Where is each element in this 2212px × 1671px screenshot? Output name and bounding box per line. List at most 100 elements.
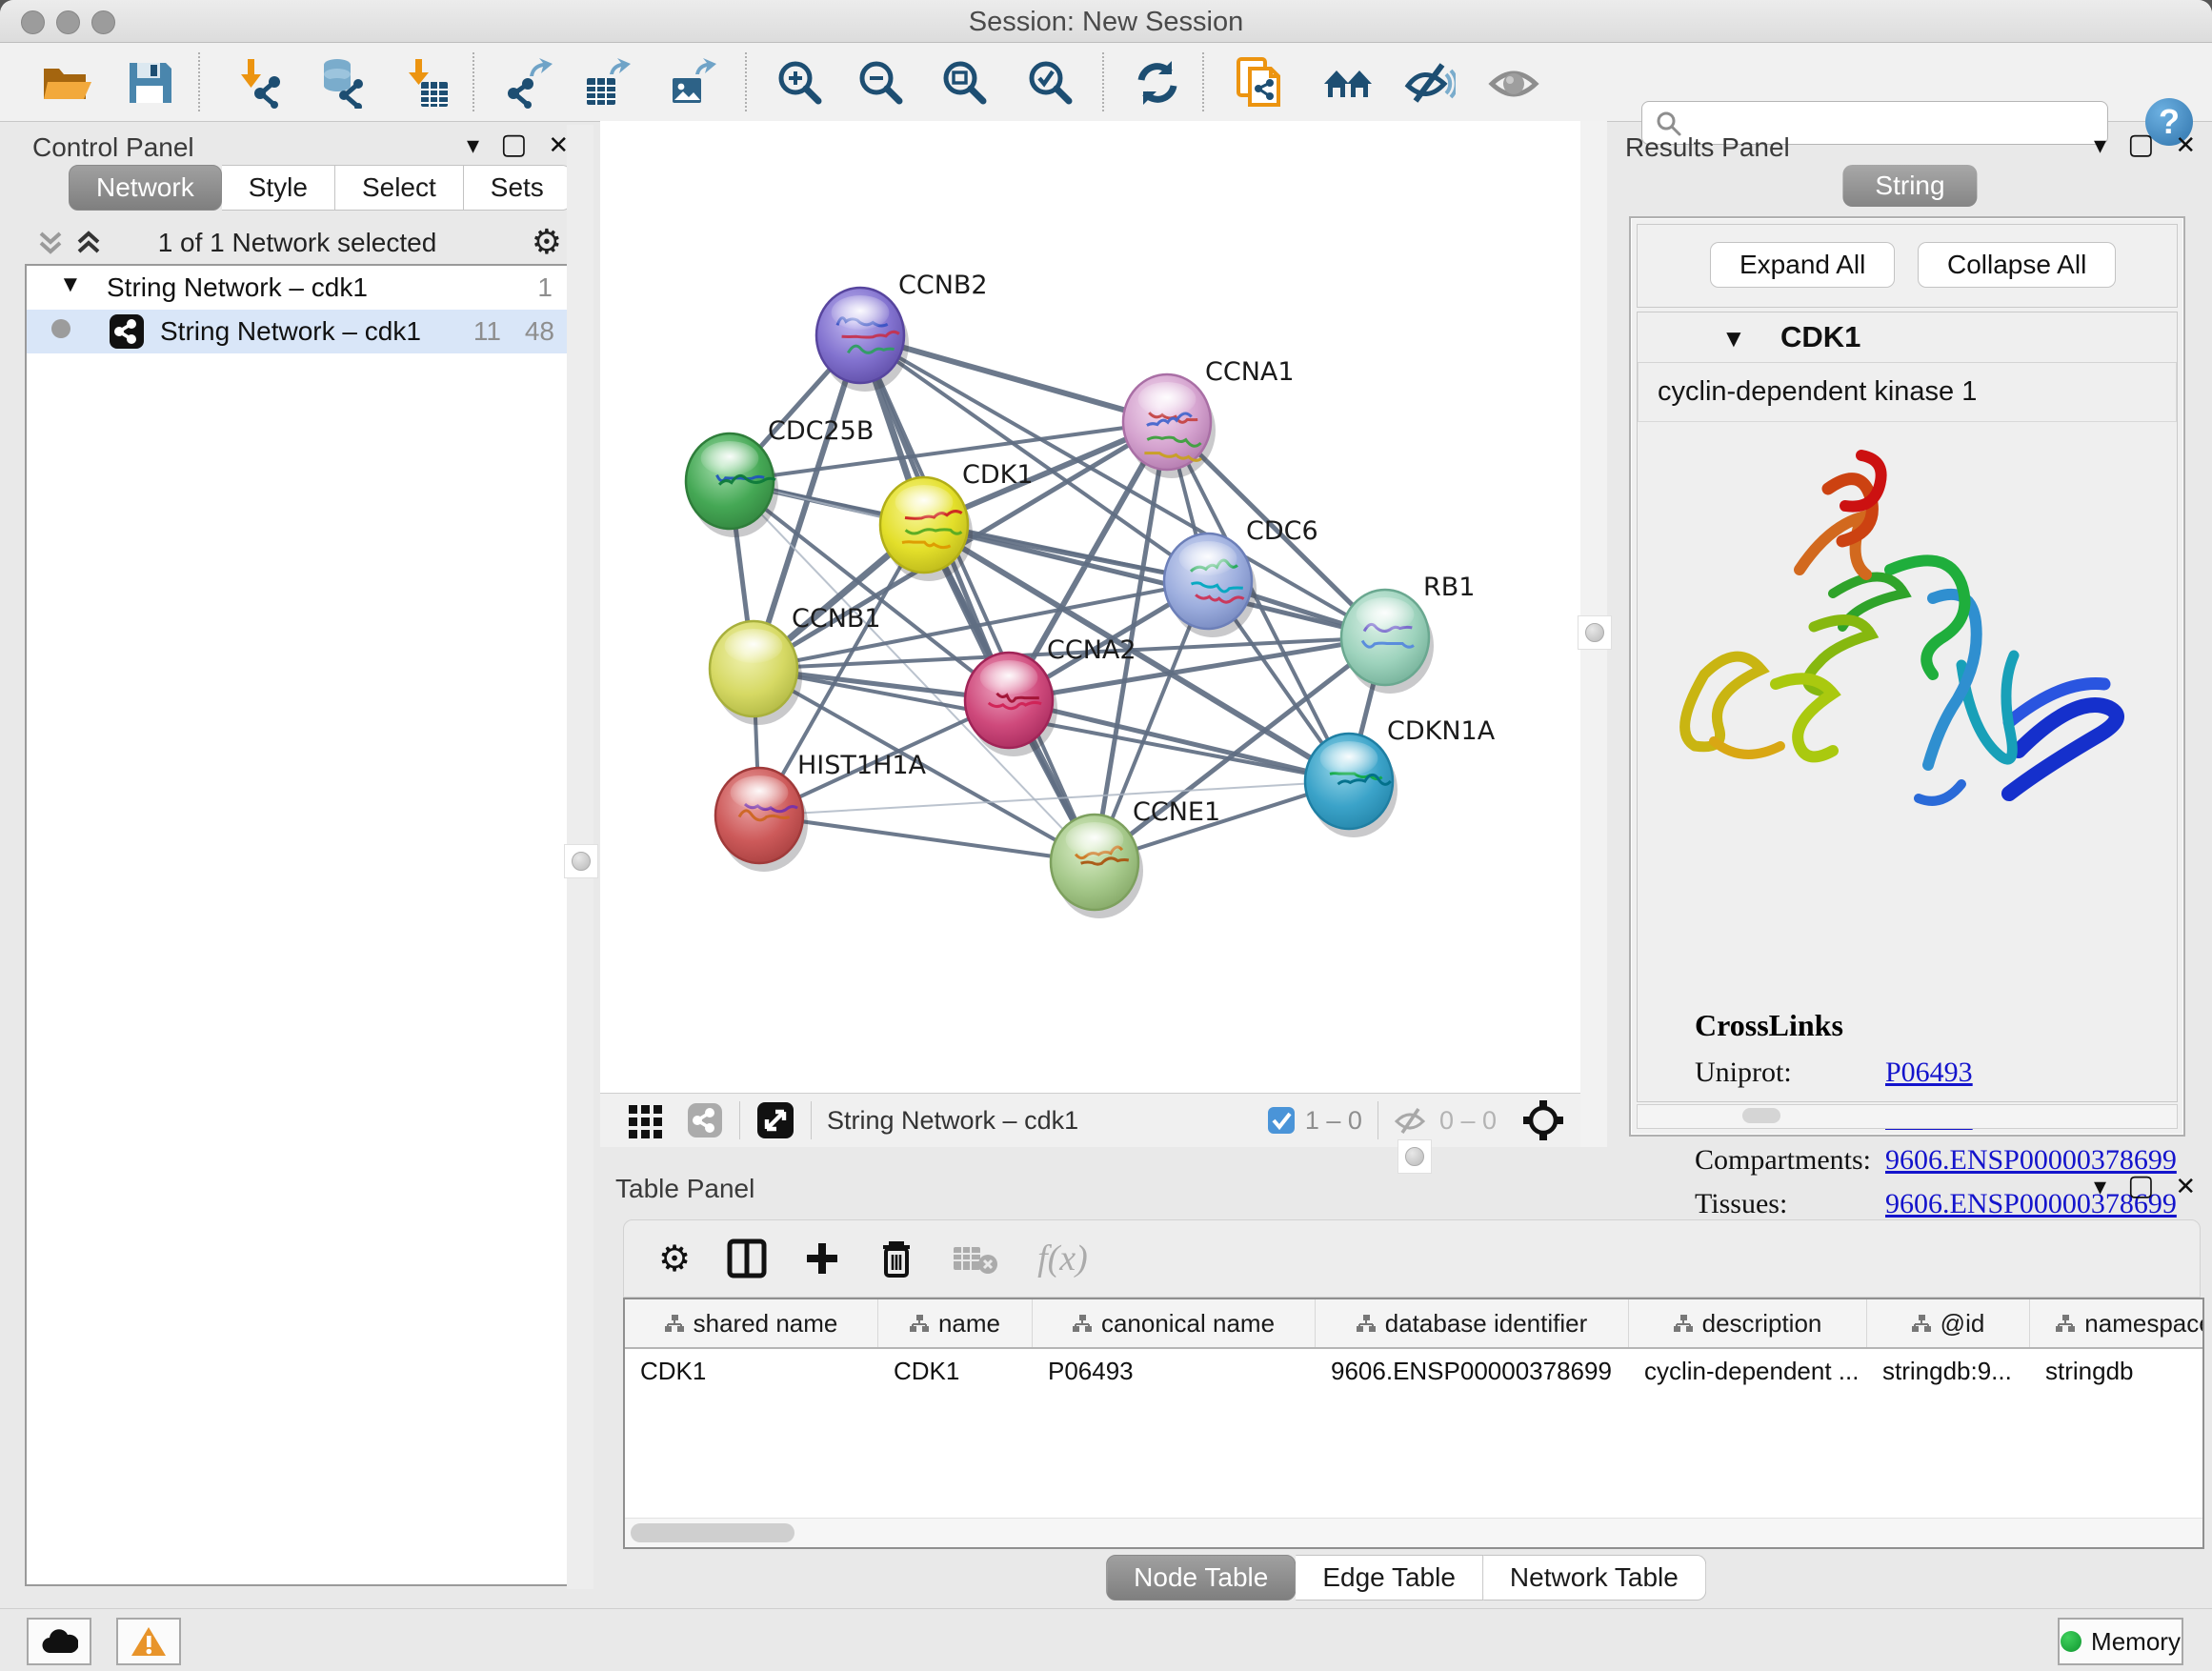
- delete-column-icon[interactable]: [877, 1238, 915, 1279]
- table-scrollbar[interactable]: [625, 1518, 2202, 1547]
- results-scrollbar[interactable]: [1637, 1104, 2178, 1129]
- tab-string[interactable]: String: [1842, 165, 1977, 207]
- network-node-count: 11: [473, 316, 501, 347]
- node-label: RB1: [1423, 573, 1475, 602]
- string-network-icon: [109, 313, 145, 350]
- panel-menu-icon[interactable]: ▾: [2094, 132, 2106, 157]
- panel-menu-icon[interactable]: ▾: [467, 132, 479, 157]
- column-type-icon: [1357, 1315, 1376, 1332]
- zoom-out-icon[interactable]: [855, 57, 907, 109]
- string-view-icon[interactable]: [686, 1101, 724, 1139]
- warnings-button[interactable]: [116, 1618, 181, 1665]
- table-cell[interactable]: cyclin-dependent ...: [1629, 1349, 1867, 1386]
- crosslink-link[interactable]: P06493: [1885, 1057, 1973, 1088]
- panel-close-icon[interactable]: ✕: [2175, 1174, 2196, 1198]
- network-list-toolbar: 1 of 1 Network selected ⚙: [23, 222, 572, 264]
- column-header-description[interactable]: description: [1629, 1299, 1867, 1347]
- network-node-cdc25b[interactable]: [686, 433, 778, 537]
- table-cell[interactable]: CDK1: [878, 1349, 1033, 1386]
- tab-sets[interactable]: Sets: [464, 165, 572, 211]
- table-cell[interactable]: P06493: [1033, 1349, 1316, 1386]
- network-node-cdk1[interactable]: [880, 477, 973, 581]
- column-header-namespace[interactable]: namespace: [2030, 1299, 2204, 1347]
- import-network-icon[interactable]: [232, 57, 284, 109]
- home-networks-icon[interactable]: [1322, 57, 1374, 109]
- table-cell[interactable]: 9606.ENSP00000378699: [1316, 1349, 1629, 1386]
- vertical-splitter-left[interactable]: [567, 125, 593, 1589]
- export-network-icon[interactable]: [503, 57, 554, 109]
- network-options-gear-icon[interactable]: ⚙: [532, 222, 562, 262]
- clone-network-icon[interactable]: [1235, 57, 1286, 109]
- table-cell[interactable]: CDK1: [625, 1349, 878, 1386]
- network-node-rb1[interactable]: [1341, 590, 1434, 694]
- tab-edge-table[interactable]: Edge Table: [1296, 1555, 1483, 1601]
- network-node-hist1h1a[interactable]: [715, 768, 808, 872]
- splitter-handle[interactable]: [564, 844, 598, 878]
- network-edge[interactable]: [1009, 700, 1349, 781]
- grid-view-icon[interactable]: [627, 1101, 665, 1139]
- tab-network[interactable]: Network: [69, 165, 222, 211]
- table-cell[interactable]: stringdb: [2030, 1349, 2204, 1386]
- tab-network-table[interactable]: Network Table: [1483, 1555, 1706, 1601]
- add-column-icon[interactable]: [803, 1239, 841, 1278]
- table-cell[interactable]: stringdb:9...: [1867, 1349, 2030, 1386]
- open-session-icon[interactable]: [40, 57, 91, 109]
- vertical-splitter-right[interactable]: [1580, 121, 1607, 1147]
- show-columns-icon[interactable]: [727, 1238, 767, 1278]
- collapse-all-button[interactable]: Collapse All: [1918, 242, 2116, 288]
- collection-expand-triangle-icon[interactable]: ▼: [59, 272, 82, 298]
- panel-float-icon[interactable]: ▢: [500, 132, 527, 157]
- column-header-name[interactable]: name: [878, 1299, 1033, 1347]
- horizontal-splitter[interactable]: [600, 1147, 2212, 1164]
- export-image-icon[interactable]: [667, 57, 718, 109]
- network-edge[interactable]: [860, 335, 1095, 862]
- panel-float-icon[interactable]: ▢: [2127, 1174, 2154, 1198]
- network-node-cdc6[interactable]: [1164, 534, 1257, 637]
- zoom-selected-icon[interactable]: [1025, 57, 1076, 109]
- panel-close-icon[interactable]: ✕: [2175, 132, 2196, 157]
- network-node-ccna1[interactable]: [1123, 374, 1216, 478]
- network-edge[interactable]: [759, 815, 1095, 862]
- zoom-fit-icon[interactable]: [939, 57, 991, 109]
- selected-checkbox-icon[interactable]: [1267, 1106, 1296, 1135]
- table-row[interactable]: CDK1CDK1P064939606.ENSP00000378699cyclin…: [625, 1349, 2204, 1386]
- network-node-ccnb2[interactable]: [816, 288, 909, 392]
- tab-node-table[interactable]: Node Table: [1106, 1555, 1296, 1601]
- network-graph[interactable]: CCNB2CCNA1CDC25BCDK1CDC6RB1CCNB1CCNA2CDK…: [600, 121, 1580, 1094]
- table-options-gear-icon[interactable]: ⚙: [658, 1238, 691, 1280]
- tab-select[interactable]: Select: [335, 165, 464, 211]
- column-header-shared-name[interactable]: shared name: [625, 1299, 878, 1347]
- show-eye-icon[interactable]: [1488, 57, 1539, 109]
- tab-style[interactable]: Style: [222, 165, 335, 211]
- status-bar: Memory: [0, 1608, 2212, 1671]
- hide-selection-eye-icon[interactable]: [1404, 57, 1456, 109]
- save-session-icon[interactable]: [124, 57, 175, 109]
- section-collapse-triangle-icon[interactable]: ▼: [1721, 324, 1746, 353]
- birds-eye-view-icon[interactable]: [755, 1100, 795, 1140]
- protein-section-header[interactable]: ▼ CDK1: [1638, 312, 2177, 363]
- panel-close-icon[interactable]: ✕: [548, 132, 569, 157]
- column-header-canonical-name[interactable]: canonical name: [1033, 1299, 1316, 1347]
- cloud-status-button[interactable]: [27, 1618, 91, 1665]
- network-edge-count: 48: [525, 316, 554, 347]
- zoom-in-icon[interactable]: [774, 57, 826, 109]
- expand-all-button[interactable]: Expand All: [1710, 242, 1895, 288]
- refresh-icon[interactable]: [1132, 57, 1183, 109]
- import-database-icon[interactable]: [314, 57, 366, 109]
- panel-float-icon[interactable]: ▢: [2127, 132, 2154, 157]
- export-table-icon[interactable]: [581, 57, 633, 109]
- network-row-selected[interactable]: String Network – cdk1 11 48: [27, 310, 572, 353]
- panel-menu-icon[interactable]: ▾: [2094, 1174, 2106, 1198]
- splitter-handle[interactable]: [1578, 615, 1612, 650]
- network-collection-row[interactable]: ▼ String Network – cdk1 1: [27, 266, 572, 310]
- network-canvas[interactable]: CCNB2CCNA1CDC25BCDK1CDC6RB1CCNB1CCNA2CDK…: [600, 121, 1580, 1147]
- network-node-cdkn1a[interactable]: [1305, 734, 1398, 837]
- network-node-ccne1[interactable]: [1051, 815, 1143, 918]
- node-label: CCNA2: [1047, 635, 1136, 665]
- memory-button[interactable]: Memory: [2058, 1618, 2183, 1665]
- column-header-id[interactable]: @id: [1867, 1299, 2030, 1347]
- column-header-database-identifier[interactable]: database identifier: [1316, 1299, 1629, 1347]
- node-table[interactable]: shared namenamecanonical namedatabase id…: [623, 1298, 2204, 1549]
- fit-crosshair-icon[interactable]: [1519, 1097, 1567, 1144]
- import-table-icon[interactable]: [400, 57, 452, 109]
